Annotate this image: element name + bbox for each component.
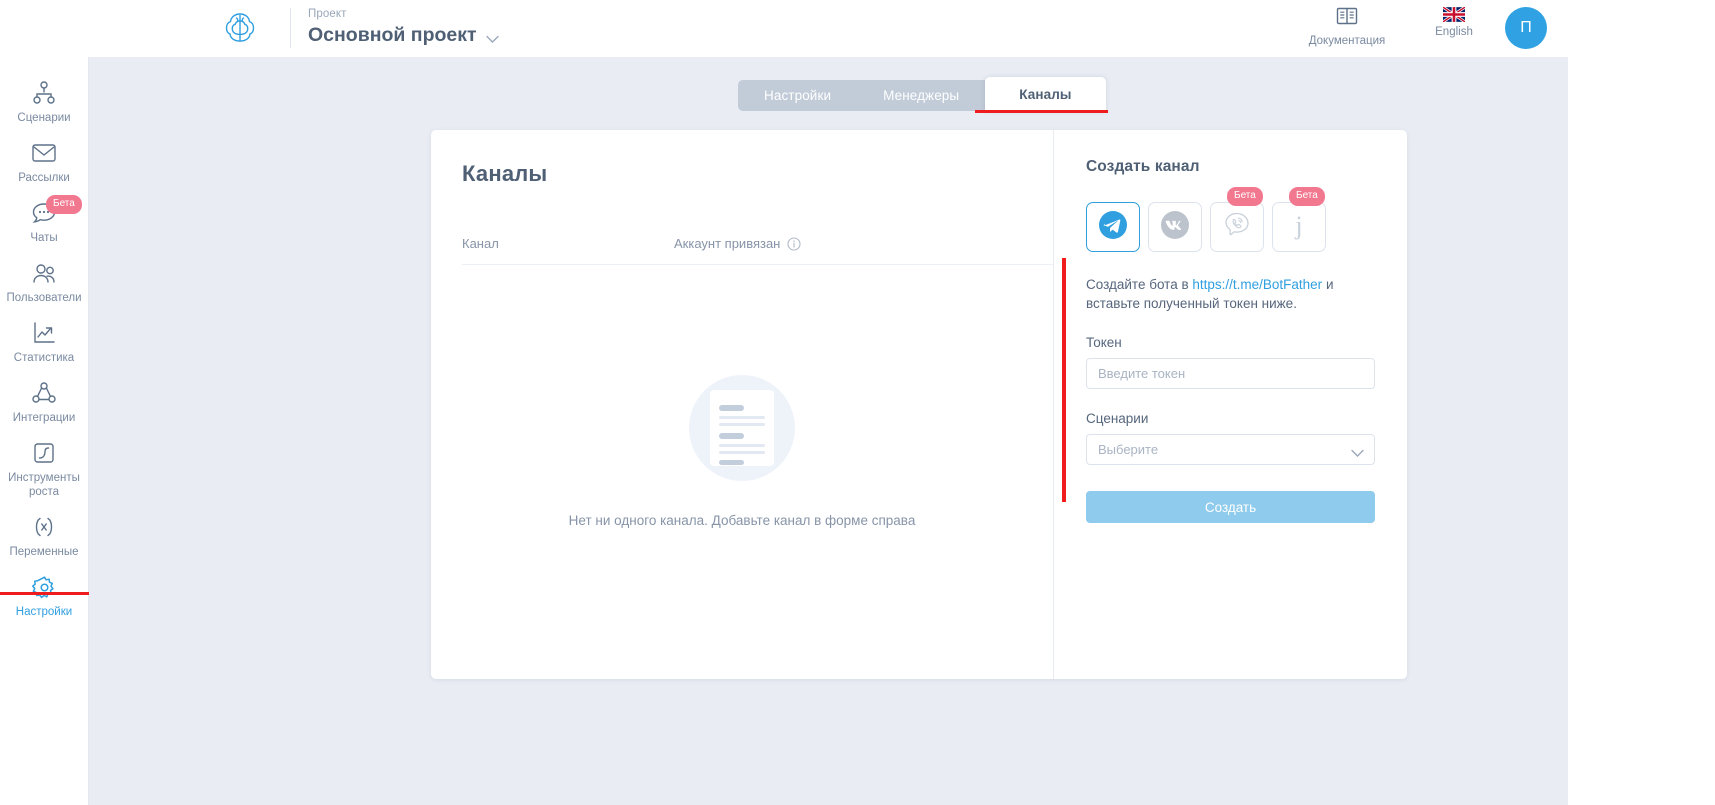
avatar-initial: П bbox=[1520, 19, 1532, 36]
channel-option-viber[interactable]: Бета bbox=[1210, 187, 1264, 252]
beta-badge: Бета bbox=[1227, 187, 1263, 206]
channel-option-jivosite[interactable]: Бета j bbox=[1272, 187, 1326, 252]
sidebar-item-integrations[interactable]: Интеграции bbox=[0, 371, 88, 431]
page-title: Каналы bbox=[462, 161, 548, 186]
scenario-select[interactable] bbox=[1086, 434, 1375, 465]
book-icon bbox=[1336, 6, 1358, 31]
avatar[interactable]: П bbox=[1505, 7, 1547, 49]
beta-badge: Бета bbox=[1289, 187, 1325, 206]
sidebar-item-chats[interactable]: Бета Чаты bbox=[0, 191, 88, 251]
viber-icon bbox=[1222, 210, 1252, 245]
column-header-account-linked-label: Аккаунт привязан bbox=[674, 236, 781, 251]
sitemap-icon bbox=[31, 80, 57, 106]
envelope-icon bbox=[31, 140, 57, 166]
column-header-channel: Канал bbox=[462, 236, 499, 251]
sidebar-item-settings[interactable]: Настройки bbox=[0, 565, 88, 625]
header-divider bbox=[290, 8, 291, 48]
create-channel-title: Создать канал bbox=[1086, 158, 1200, 175]
tab-channels[interactable]: Каналы bbox=[985, 77, 1106, 111]
token-field-label: Токен bbox=[1086, 335, 1122, 350]
sidebar-item-variables[interactable]: Переменные bbox=[0, 505, 88, 565]
documentation-label: Документация bbox=[1308, 35, 1386, 47]
channels-list-pane: Каналы Канал Аккаунт привязан Нет ни одн… bbox=[431, 130, 1053, 679]
jivosite-icon: j bbox=[1288, 210, 1310, 245]
column-header-account-linked: Аккаунт привязан bbox=[674, 236, 801, 251]
scenario-select-wrapper bbox=[1086, 426, 1375, 465]
project-name: Основной проект bbox=[308, 24, 477, 46]
sidebar-item-label: Чаты bbox=[30, 232, 58, 244]
telegram-icon bbox=[1098, 210, 1128, 245]
info-circle-icon[interactable] bbox=[787, 236, 801, 251]
integrations-icon bbox=[31, 380, 57, 406]
token-input[interactable] bbox=[1086, 358, 1375, 389]
channel-option-telegram[interactable] bbox=[1086, 202, 1140, 252]
empty-state: Нет ни одного канала. Добавьте канал в ф… bbox=[431, 375, 1053, 528]
project-label: Проект bbox=[308, 8, 347, 20]
sidebar-item-label: Рассылки bbox=[18, 172, 70, 184]
app-header: Проект Основной проект Документация Engl… bbox=[0, 0, 1568, 57]
create-channel-hint: Создайте бота в https://t.me/BotFather и… bbox=[1086, 275, 1375, 313]
tab-managers[interactable]: Менеджеры bbox=[857, 80, 986, 111]
channel-type-selector: Бета Бета j bbox=[1086, 187, 1375, 252]
settings-tabs: Настройки Менеджеры Каналы bbox=[738, 77, 1106, 111]
tab-settings[interactable]: Настройки bbox=[738, 80, 858, 111]
documentation-link[interactable]: Документация bbox=[1292, 6, 1402, 48]
sidebar-item-label: Инструменты роста bbox=[8, 472, 80, 498]
project-selector[interactable]: Проект Основной проект bbox=[308, 7, 499, 47]
language-label: English bbox=[1435, 26, 1473, 38]
sidebar: Сценарии Рассылки Бета Чаты Пользователи… bbox=[0, 57, 89, 805]
svg-text:j: j bbox=[1294, 211, 1302, 240]
growth-tools-icon bbox=[32, 440, 56, 466]
sidebar-item-statistics[interactable]: Статистика bbox=[0, 311, 88, 371]
sidebar-item-label: Статистика bbox=[13, 352, 75, 364]
annotation-line-create-form bbox=[1062, 258, 1066, 502]
empty-state-text: Нет ни одного канала. Добавьте канал в ф… bbox=[568, 513, 916, 528]
create-channel-pane: Создать канал Бета Бета j Создайте бота … bbox=[1053, 130, 1407, 679]
variable-icon bbox=[32, 514, 56, 540]
language-switcher[interactable]: English bbox=[1420, 7, 1488, 39]
sidebar-item-label: Интеграции bbox=[12, 412, 76, 424]
chevron-down-icon bbox=[485, 31, 499, 43]
sidebar-item-label: Настройки bbox=[15, 606, 73, 618]
channel-option-vkontakte[interactable] bbox=[1148, 202, 1202, 252]
sidebar-item-label: Переменные bbox=[9, 546, 79, 558]
uk-flag-icon bbox=[1443, 7, 1465, 22]
sidebar-item-growth-tools[interactable]: Инструменты роста bbox=[0, 431, 88, 505]
users-icon bbox=[30, 260, 58, 286]
sidebar-item-label: Сценарии bbox=[17, 112, 71, 124]
sidebar-item-users[interactable]: Пользователи bbox=[0, 251, 88, 311]
botfather-link[interactable]: https://t.me/BotFather bbox=[1192, 277, 1322, 292]
vk-icon bbox=[1160, 210, 1190, 245]
empty-list-illustration-icon bbox=[689, 375, 795, 481]
create-channel-button[interactable]: Создать bbox=[1086, 491, 1375, 523]
annotation-underline-tab-channels bbox=[975, 110, 1108, 113]
sidebar-item-label: Пользователи bbox=[6, 292, 82, 304]
app-root: Проект Основной проект Документация Engl… bbox=[0, 0, 1568, 805]
hint-text-before: Создайте бота в bbox=[1086, 277, 1193, 292]
sidebar-item-mailings[interactable]: Рассылки bbox=[0, 131, 88, 191]
channels-card: Каналы Канал Аккаунт привязан Нет ни одн… bbox=[431, 130, 1407, 679]
sidebar-item-scenarios[interactable]: Сценарии bbox=[0, 71, 88, 131]
beta-badge: Бета bbox=[46, 195, 82, 214]
annotation-underline-settings bbox=[0, 592, 89, 595]
scenario-field-label: Сценарии bbox=[1086, 411, 1149, 426]
channels-table-header: Канал Аккаунт привязан bbox=[462, 236, 1053, 265]
chart-line-icon bbox=[31, 320, 57, 346]
gear-icon bbox=[31, 574, 57, 600]
brand-logo-icon[interactable] bbox=[218, 6, 262, 50]
